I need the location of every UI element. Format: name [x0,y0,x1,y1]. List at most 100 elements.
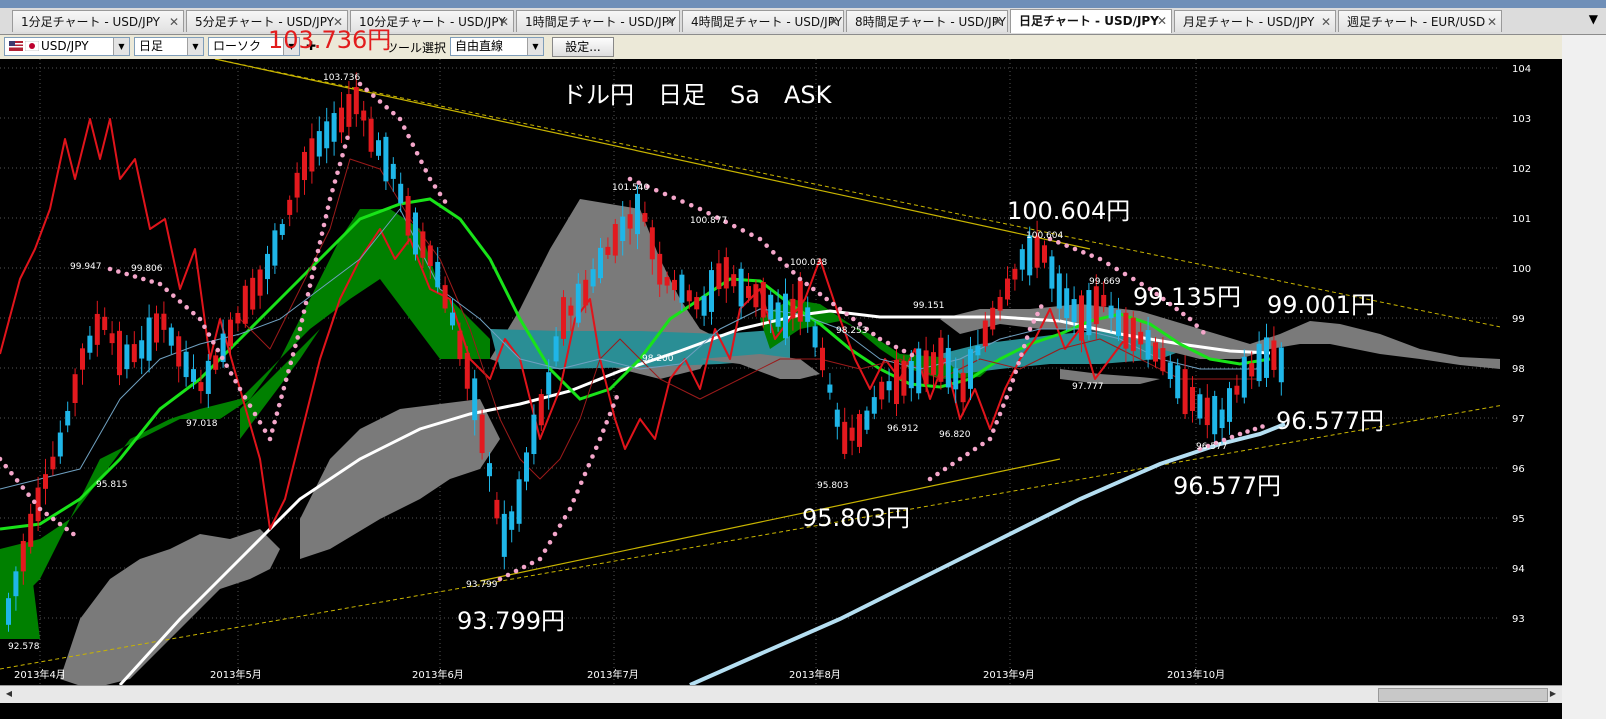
sar-dot [653,187,659,193]
tab-monthly-usdjpy[interactable]: 月足チャート - USD/JPY ✕ [1174,10,1336,32]
close-icon[interactable]: ✕ [665,11,675,32]
sar-dot [401,125,407,130]
candle-body [975,345,981,356]
sar-dot [997,411,1003,417]
candle-body [783,293,788,339]
sar-dot [57,521,63,527]
candle-body [72,374,78,403]
sar-dot [301,309,307,314]
close-icon[interactable]: ✕ [169,11,179,32]
candle-body [331,113,337,142]
candle-body [361,110,367,121]
scrollbar-thumb[interactable] [1378,688,1548,702]
drawing-tool-select[interactable]: 自由直線 ▼ [450,37,544,56]
candle-body [849,427,855,441]
candle-body [198,382,204,392]
close-icon[interactable]: ✕ [1321,11,1331,32]
x-tick-label: 2013年4月 [14,668,66,681]
chart-title: ドル円 日足 Sa ASK [562,81,833,109]
currency-pair-select[interactable]: USD/JPY ▼ [4,37,130,56]
sar-dot [1038,304,1044,309]
candle-body [864,410,870,430]
tab-1hour-usdjpy[interactable]: 1時間足チャート - USD/JPY ✕ [516,10,680,32]
price-label: 99.947 [70,262,102,272]
candle-body [316,131,322,157]
chart-area[interactable]: 104 103 102 101 100 99 98 97 96 95 94 93… [0,59,1606,719]
candle-body [546,372,552,395]
candle-body [131,344,137,363]
candle-body [487,463,492,477]
sar-dot [335,170,340,176]
tab-list-dropdown-icon[interactable]: ▼ [1589,12,1598,26]
sar-dot [706,210,711,216]
candle-body [1116,310,1121,336]
close-icon[interactable]: ✕ [1157,10,1167,32]
sar-dot [224,363,229,368]
close-icon[interactable]: ✕ [993,11,1003,32]
drawing-tool-value: 自由直線 [455,39,504,53]
x-tick-label: 2013年6月 [412,668,464,681]
price-label: 99.151 [913,301,945,311]
candle-body [620,216,626,242]
x-axis: 2013年4月 2013年5月 2013年6月 2013年7月 2013年8月 … [14,668,1225,681]
tab-8hour-usdjpy[interactable]: 8時間足チャート - USD/JPY ✕ [846,10,1008,32]
sar-dot [9,470,14,476]
scroll-left-icon[interactable]: ◀ [2,688,16,700]
tab-1min-usdjpy[interactable]: 1分足チャート - USD/JPY ✕ [12,10,184,32]
sar-dot [1187,316,1193,322]
sar-dot [1260,424,1265,429]
candle-body [1005,278,1010,300]
sar-dot [607,411,613,417]
sar-dot [20,485,26,490]
sar-dot [1031,319,1037,324]
sar-dot [295,335,300,340]
sar-dot [1064,243,1069,248]
candle-body [1234,385,1240,395]
scroll-right-icon[interactable]: ▶ [1546,688,1560,700]
sar-dot [593,445,599,451]
sar-dot [252,411,258,417]
candle-body [472,378,478,421]
sar-dot [0,456,3,462]
settings-button[interactable]: 設定... [552,37,614,57]
price-label: 92.578 [8,642,40,652]
sar-dot [315,248,321,254]
sar-dot [432,184,438,189]
tab-weekly-eurusd[interactable]: 週足チャート - EUR/USD ✕ [1338,10,1502,32]
sar-dot [1021,343,1027,349]
candle-body [154,313,159,343]
sar-dot [406,133,411,139]
sar-dot [567,506,573,512]
tab-label: 週足チャート - EUR/USD [1347,15,1486,29]
sar-dot [909,352,915,358]
candle-body [457,330,463,360]
sar-dot [950,461,955,467]
price-label: 101.540 [612,183,649,193]
horizontal-scrollbar[interactable]: ◀ ▶ [0,685,1562,703]
y-tick-label: 93 [1512,614,1525,625]
sar-dot [1114,266,1119,272]
close-icon[interactable]: ✕ [829,11,839,32]
price-label: 103.736 [323,73,360,83]
sar-dot [311,266,317,271]
timeframe-select[interactable]: 日足 ▼ [134,37,204,56]
candle-body [1212,395,1218,435]
sar-dot [784,263,789,268]
candle-body [205,360,211,394]
sar-dot [901,348,907,354]
sar-dot [206,332,212,337]
tab-daily-usdjpy[interactable]: 日足チャート - USD/JPY ✕ [1010,9,1172,33]
candle-body [509,511,515,530]
sar-dot [1194,323,1199,328]
sar-dot [552,531,558,537]
sar-dot [64,526,69,532]
ichimoku-chart[interactable]: 104 103 102 101 100 99 98 97 96 95 94 93… [0,59,1606,719]
candle-body [1256,343,1262,382]
candle-body [1264,337,1269,378]
close-icon[interactable]: ✕ [1487,11,1497,32]
sar-dot [288,360,294,366]
close-icon[interactable]: ✕ [499,11,509,32]
sar-dot [332,179,338,184]
tab-4hour-usdjpy[interactable]: 4時間足チャート - USD/JPY ✕ [682,10,844,32]
annotation-label: 100.604円 [1007,197,1130,225]
